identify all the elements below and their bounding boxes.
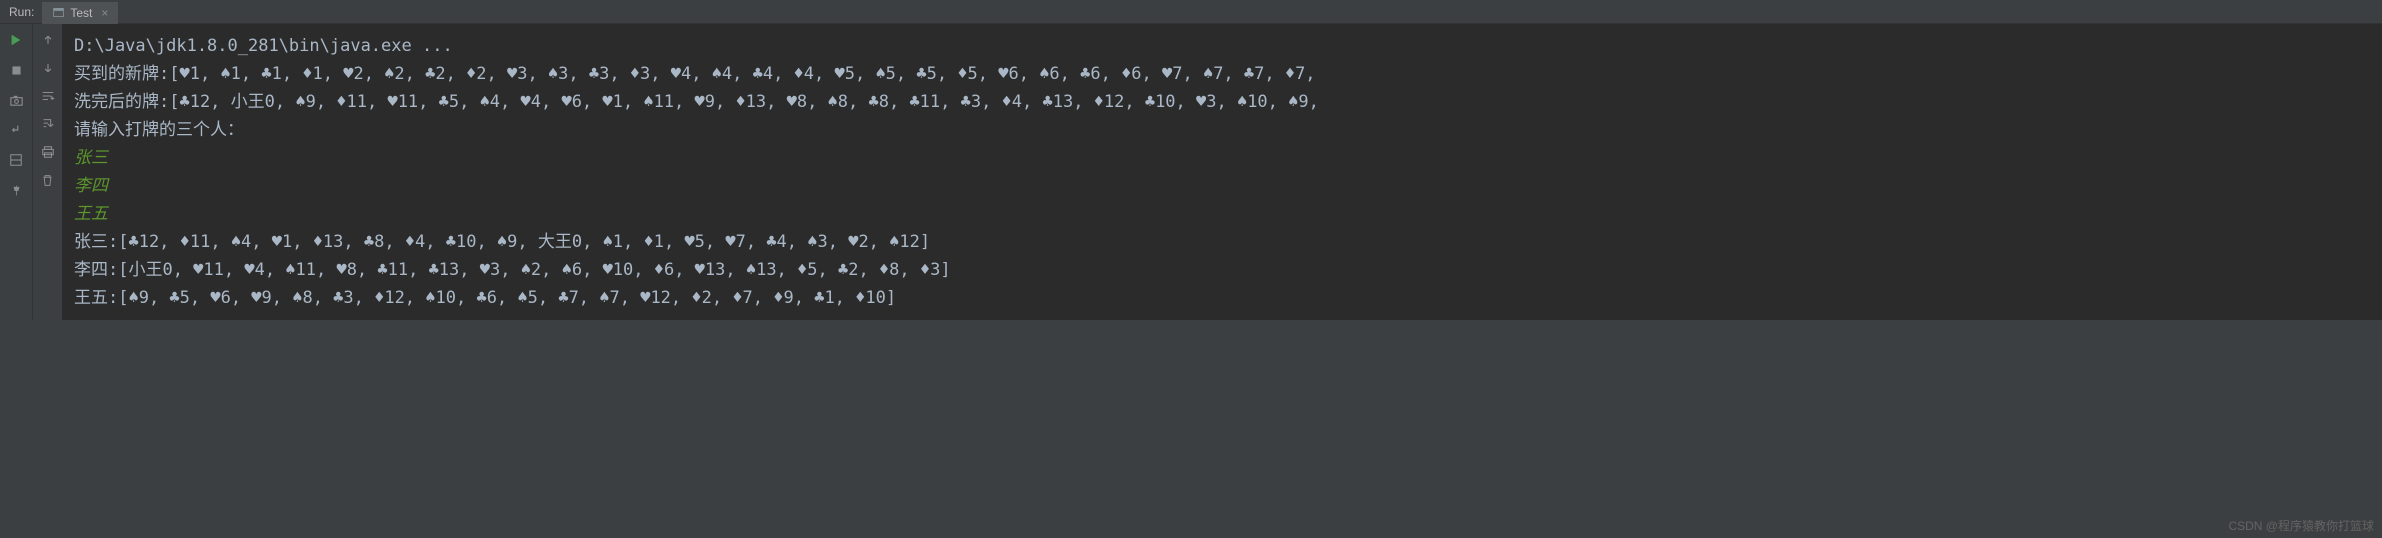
close-icon[interactable]: × [101, 6, 108, 20]
down-arrow-icon[interactable] [40, 60, 56, 76]
watermark: CSDN @程序猿教你打篮球 [2228, 517, 2374, 534]
console-input-line: 王五 [74, 200, 2370, 228]
layout-icon[interactable] [8, 152, 24, 168]
stop-icon[interactable] [8, 62, 24, 78]
run-toolbar-secondary [32, 24, 62, 320]
console-input-line: 李四 [74, 172, 2370, 200]
console-output-line: 李四:[小王0, ♥11, ♥4, ♠11, ♥8, ♣11, ♣13, ♥3,… [74, 256, 2370, 284]
run-label: Run: [5, 5, 42, 19]
camera-icon[interactable] [8, 92, 24, 108]
console-output[interactable]: D:\Java\jdk1.8.0_281\bin\java.exe ...买到的… [62, 24, 2382, 320]
console-output-line: 张三:[♣12, ♦11, ♠4, ♥1, ♦13, ♣8, ♦4, ♣10, … [74, 228, 2370, 256]
scroll-icon[interactable] [40, 116, 56, 132]
pin-icon[interactable] [8, 182, 24, 198]
content-area: D:\Java\jdk1.8.0_281\bin\java.exe ...买到的… [0, 24, 2382, 320]
console-input-line: 张三 [74, 144, 2370, 172]
console-output-line: 洗完后的牌:[♣12, 小王0, ♠9, ♦11, ♥11, ♣5, ♠4, ♥… [74, 88, 2370, 116]
console-output-line: 请输入打牌的三个人： [74, 116, 2370, 144]
return-icon[interactable] [8, 122, 24, 138]
trash-icon[interactable] [40, 172, 56, 188]
run-panel-header: Run: Test × [0, 0, 2382, 24]
app-icon [52, 6, 65, 19]
console-output-line: 买到的新牌:[♥1, ♠1, ♣1, ♦1, ♥2, ♠2, ♣2, ♦2, ♥… [74, 60, 2370, 88]
wrap-icon[interactable] [40, 88, 56, 104]
up-arrow-icon[interactable] [40, 32, 56, 48]
console-output-line: 王五:[♠9, ♣5, ♥6, ♥9, ♠8, ♣3, ♦12, ♠10, ♣6… [74, 284, 2370, 312]
print-icon[interactable] [40, 144, 56, 160]
console-output-line: D:\Java\jdk1.8.0_281\bin\java.exe ... [74, 32, 2370, 60]
run-toolbar-primary [0, 24, 32, 320]
run-tab[interactable]: Test × [42, 2, 118, 24]
tab-label: Test [70, 6, 92, 20]
rerun-icon[interactable] [8, 32, 24, 48]
